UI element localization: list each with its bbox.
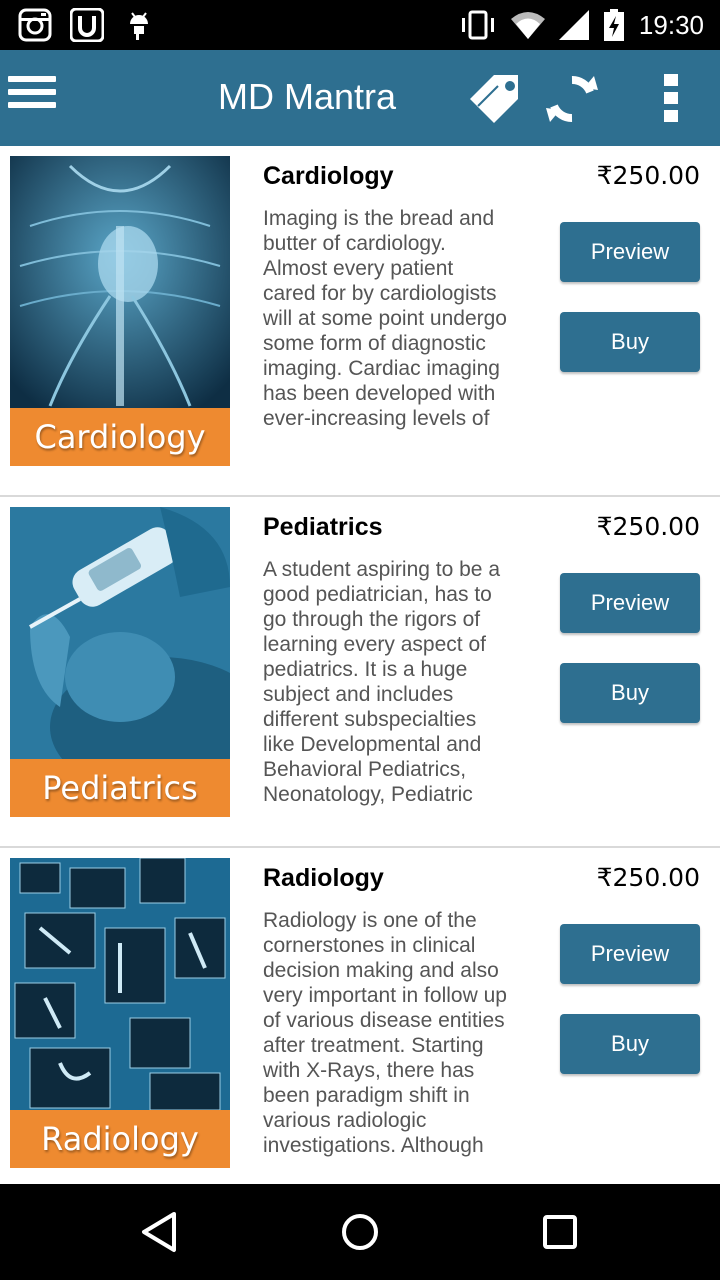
list-item: Cardiology Cardiology ₹250.00 Imaging is…: [0, 146, 720, 497]
course-title: Pediatrics: [263, 513, 383, 541]
course-description: Radiology is one of the cornerstones in …: [263, 909, 507, 1157]
home-icon[interactable]: [338, 1210, 382, 1254]
list-item: Pediatrics Pediatrics ₹250.00 A student …: [0, 497, 720, 848]
wifi-icon: [510, 12, 545, 39]
course-thumbnail[interactable]: Radiology: [10, 858, 230, 1168]
course-title: Cardiology: [263, 162, 394, 190]
pediatrics-image: [10, 507, 230, 759]
menu-button[interactable]: [8, 76, 56, 120]
buy-button[interactable]: Buy: [560, 1014, 700, 1074]
preview-button[interactable]: Preview: [560, 573, 700, 633]
tag-icon[interactable]: [466, 74, 528, 124]
course-thumbnail[interactable]: Pediatrics: [10, 507, 230, 817]
signal-icon: [558, 10, 589, 40]
cardiology-image: [10, 156, 230, 408]
menu-icon: [8, 76, 56, 82]
u-app-icon: [70, 8, 104, 42]
app-bar: MD Mantra: [0, 50, 720, 146]
app-title: MD Mantra: [218, 76, 397, 117]
course-thumbnail[interactable]: Cardiology: [10, 156, 230, 466]
navigation-bar: [0, 1184, 720, 1280]
thumbnail-label: Radiology: [10, 1110, 230, 1168]
status-time: 19:30: [638, 9, 704, 40]
recents-icon[interactable]: [538, 1210, 582, 1254]
course-price: ₹250.00: [596, 161, 700, 190]
preview-button[interactable]: Preview: [560, 222, 700, 282]
battery-charging-icon: [603, 9, 624, 41]
overflow-menu-icon[interactable]: [656, 74, 686, 124]
thumbnail-label: Pediatrics: [10, 759, 230, 817]
course-description: Imaging is the bread and butter of cardi…: [263, 207, 507, 430]
android-icon: [130, 12, 148, 40]
thumbnail-label: Cardiology: [10, 408, 230, 466]
vibrate-icon: [461, 10, 494, 40]
instagram-icon: [18, 8, 52, 42]
course-title: Radiology: [263, 864, 384, 892]
list-item: Radiology Radiology ₹250.00 Radiology is…: [0, 848, 720, 1180]
course-list: Cardiology Cardiology ₹250.00 Imaging is…: [0, 146, 720, 1180]
back-icon[interactable]: [138, 1210, 182, 1254]
status-bar: 19:30: [0, 0, 720, 50]
buy-button[interactable]: Buy: [560, 663, 700, 723]
refresh-icon[interactable]: [542, 72, 602, 126]
course-description: A student aspiring to be a good pediatri…: [263, 558, 500, 806]
course-price: ₹250.00: [596, 512, 700, 541]
buy-button[interactable]: Buy: [560, 312, 700, 372]
radiology-image: [10, 858, 230, 1110]
course-price: ₹250.00: [596, 863, 700, 892]
preview-button[interactable]: Preview: [560, 924, 700, 984]
